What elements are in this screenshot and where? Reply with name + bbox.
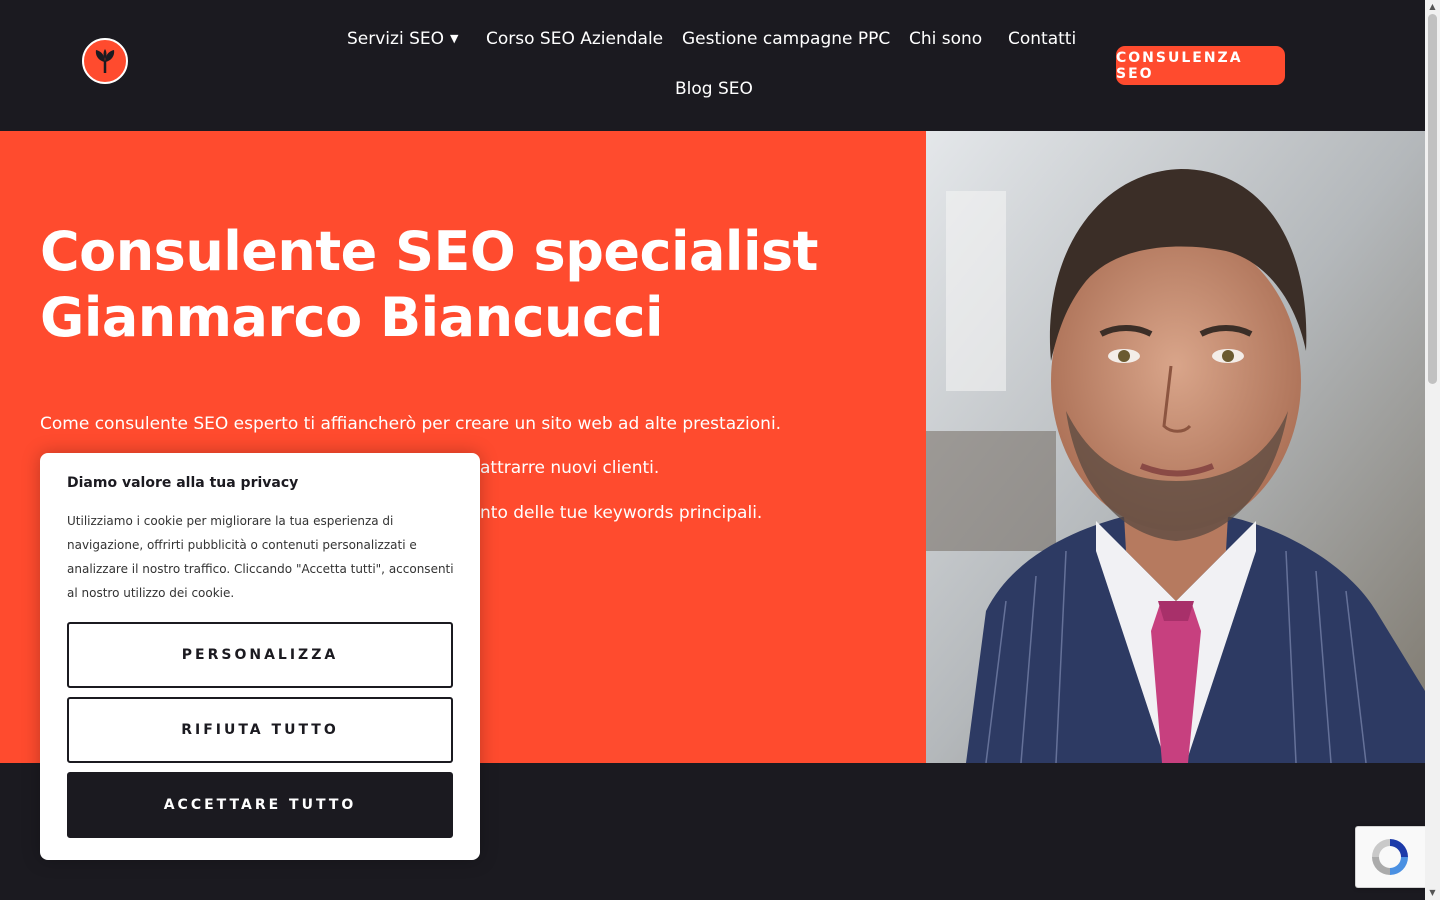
scroll-down-arrow-icon[interactable]: ▼ bbox=[1428, 888, 1437, 897]
nav-item-label: Servizi SEO bbox=[347, 29, 444, 49]
hero-title-line2: Gianmarco Biancucci bbox=[40, 286, 664, 349]
hero-text-line-1: Come consulente SEO esperto ti affianche… bbox=[40, 414, 782, 434]
sprout-leaf-icon bbox=[95, 49, 115, 73]
portrait-illustration bbox=[926, 131, 1425, 763]
cookie-description: Utilizziamo i cookie per migliorare la t… bbox=[67, 514, 454, 600]
recaptcha-icon bbox=[1372, 839, 1408, 875]
hero-text-line-2: attrarre nuovi clienti. bbox=[480, 458, 660, 478]
cookie-consent-dialog: Diamo valore alla tua privacy Utilizziam… bbox=[40, 453, 480, 860]
logo[interactable] bbox=[82, 38, 128, 84]
cookie-title: Diamo valore alla tua privacy bbox=[67, 475, 299, 491]
nav-gestione-campagne-ppc[interactable]: Gestione campagne PPC bbox=[682, 29, 890, 49]
nav-contatti[interactable]: Contatti bbox=[1008, 29, 1076, 49]
scroll-up-arrow-icon[interactable]: ▲ bbox=[1428, 2, 1437, 11]
recaptcha-badge[interactable] bbox=[1355, 826, 1426, 888]
hero-title-line1: Consulente SEO specialist bbox=[40, 220, 818, 283]
nav-servizi-seo[interactable]: Servizi SEO ▼ bbox=[347, 29, 458, 49]
scrollbar-thumb[interactable] bbox=[1428, 14, 1437, 384]
hero-title: Consulente SEO specialist Gianmarco Bian… bbox=[40, 219, 900, 351]
hero-text-line-3: nto delle tue keywords principali. bbox=[480, 503, 763, 523]
customize-button[interactable]: PERSONALIZZA bbox=[67, 622, 453, 688]
reject-all-button[interactable]: RIFIUTA TUTTO bbox=[67, 697, 453, 763]
nav-blog-seo[interactable]: Blog SEO bbox=[675, 79, 753, 99]
nav-chi-sono[interactable]: Chi sono bbox=[909, 29, 982, 49]
nav-corso-seo-aziendale[interactable]: Corso SEO Aziendale bbox=[486, 29, 663, 49]
portrait-photo bbox=[926, 131, 1425, 763]
site-header: Servizi SEO ▼ Corso SEO Aziendale Gestion… bbox=[0, 0, 1425, 131]
accept-all-button[interactable]: ACCETTARE TUTTO bbox=[67, 772, 453, 838]
caret-down-icon: ▼ bbox=[450, 32, 459, 45]
consulenza-seo-button[interactable]: CONSULENZA SEO bbox=[1116, 46, 1285, 85]
